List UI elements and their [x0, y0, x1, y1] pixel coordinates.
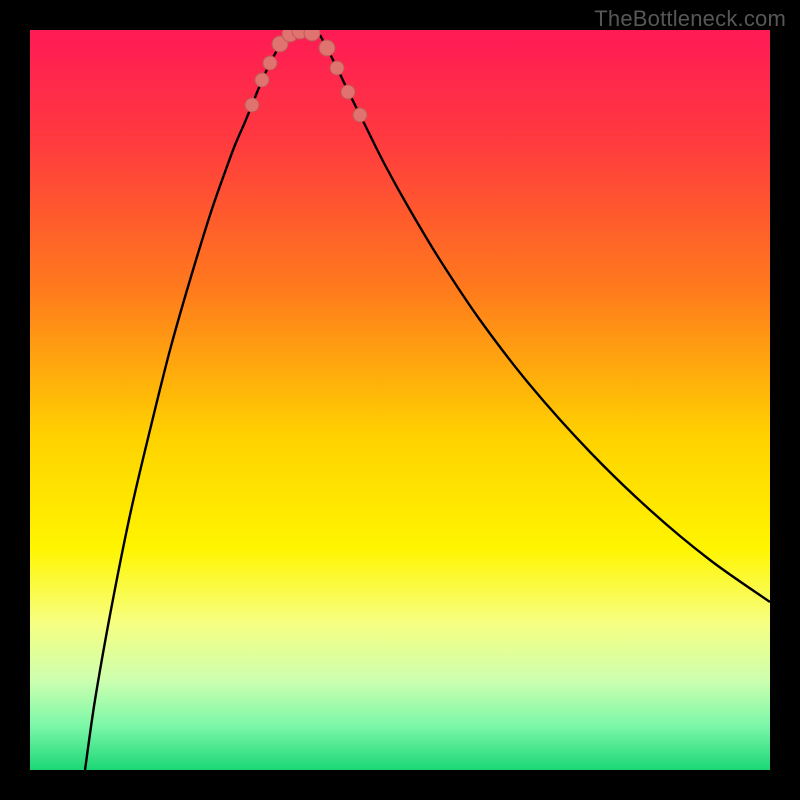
bottleneck-marker [304, 30, 320, 41]
chart-svg [30, 30, 770, 770]
bottleneck-marker [330, 61, 344, 75]
bottleneck-marker [263, 56, 277, 70]
bottleneck-marker [245, 98, 259, 112]
background-rect [30, 30, 770, 770]
bottleneck-marker [319, 40, 335, 56]
plot-area [30, 30, 770, 770]
bottleneck-marker [353, 108, 367, 122]
bottleneck-marker [341, 85, 355, 99]
bottleneck-marker [255, 73, 269, 87]
watermark-text: TheBottleneck.com [594, 6, 786, 32]
chart-frame: TheBottleneck.com [0, 0, 800, 800]
